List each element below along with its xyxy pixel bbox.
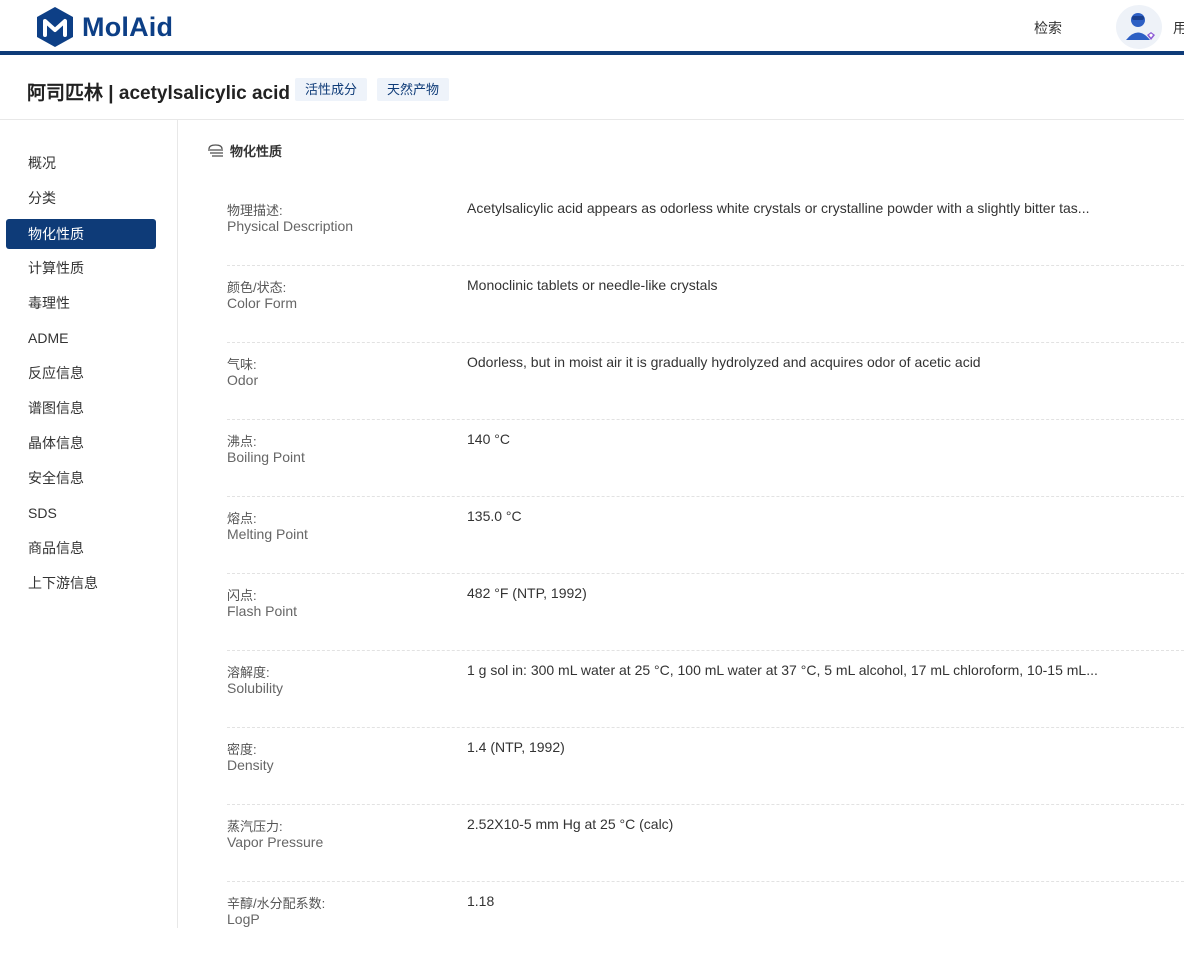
- property-label-en: Density: [227, 757, 274, 773]
- property-label-zh: 溶解度:: [227, 665, 270, 680]
- user-menu-label[interactable]: 用: [1173, 18, 1184, 38]
- sidebar-item-adme[interactable]: ADME: [6, 323, 156, 353]
- sidebar-item-overview[interactable]: 概况: [6, 148, 156, 178]
- property-value: 140 °C: [467, 431, 510, 447]
- property-row: 蒸汽压力: Vapor Pressure 2.52X10-5 mm Hg at …: [227, 805, 1184, 882]
- property-value: 482 °F (NTP, 1992): [467, 585, 587, 601]
- property-row: 颜色/状态: Color Form Monoclinic tablets or …: [227, 266, 1184, 343]
- property-value: Odorless, but in moist air it is gradual…: [467, 354, 981, 370]
- section-title: 物化性质: [230, 144, 283, 159]
- logo[interactable]: MolAid: [36, 6, 173, 48]
- property-value: Monoclinic tablets or needle-like crysta…: [467, 277, 718, 293]
- sidebar-item-reactions[interactable]: 反应信息: [6, 358, 156, 388]
- molaid-logo-icon: [37, 7, 73, 47]
- property-value: 1 g sol in: 300 mL water at 25 °C, 100 m…: [467, 662, 1098, 678]
- top-navbar: MolAid 检索 用: [0, 0, 1184, 55]
- tag-active-ingredient[interactable]: 活性成分: [295, 78, 368, 101]
- user-avatar-icon: [1126, 13, 1155, 40]
- property-label-zh: 气味:: [227, 357, 257, 372]
- sidebar-item-computed-properties[interactable]: 计算性质: [6, 253, 156, 283]
- property-row: 物理描述: Physical Description Acetylsalicyl…: [227, 189, 1184, 266]
- property-label-en: Color Form: [227, 295, 298, 311]
- property-row: 闪点: Flash Point 482 °F (NTP, 1992): [227, 574, 1184, 651]
- compound-header: 阿司匹林 | acetylsalicylic acid 活性成分 天然产物: [0, 59, 1184, 120]
- property-row: 熔点: Melting Point 135.0 °C: [227, 497, 1184, 574]
- property-row: 辛醇/水分配系数: LogP 1.18: [227, 882, 1184, 959]
- property-label-en: Physical Description: [227, 218, 354, 234]
- property-label-en: Vapor Pressure: [227, 834, 324, 850]
- property-value: 135.0 °C: [467, 508, 522, 524]
- property-label-en: Melting Point: [227, 526, 308, 542]
- property-value: 2.52X10-5 mm Hg at 25 °C (calc): [467, 816, 674, 832]
- sidebar-item-upstream-downstream[interactable]: 上下游信息: [6, 568, 156, 598]
- main-content: 物化性质 物理描述: Physical Description Acetylsa…: [178, 120, 1184, 928]
- tag-natural-product[interactable]: 天然产物: [377, 78, 450, 101]
- sidebar-item-safety[interactable]: 安全信息: [6, 463, 156, 493]
- sidebar-item-sds[interactable]: SDS: [6, 498, 156, 528]
- sidebar-item-products[interactable]: 商品信息: [6, 533, 156, 563]
- property-label-zh: 熔点:: [227, 511, 257, 526]
- property-label-zh: 蒸汽压力:: [227, 819, 283, 834]
- sidebar-item-classification[interactable]: 分类: [6, 183, 156, 213]
- property-row: 密度: Density 1.4 (NTP, 1992): [227, 728, 1184, 805]
- property-value: 1.4 (NTP, 1992): [467, 739, 565, 755]
- property-value: 1.18: [467, 893, 495, 909]
- user-avatar[interactable]: [1116, 5, 1162, 49]
- property-label-zh: 物理描述:: [227, 203, 283, 218]
- sidebar-item-toxicity[interactable]: 毒理性: [6, 288, 156, 318]
- compound-title: 阿司匹林 | acetylsalicylic acid: [27, 83, 290, 104]
- property-label-en: Solubility: [227, 680, 284, 696]
- property-label-zh: 颜色/状态:: [227, 280, 287, 295]
- property-label-en: LogP: [227, 911, 260, 927]
- property-value: Acetylsalicylic acid appears as odorless…: [467, 200, 1090, 216]
- property-label-en: Odor: [227, 372, 259, 388]
- search-link[interactable]: 检索: [1034, 18, 1062, 38]
- property-row: 溶解度: Solubility 1 g sol in: 300 mL water…: [227, 651, 1184, 728]
- sidebar-nav: 概况 分类 物化性质 计算性质 毒理性 ADME 反应信息 谱图信息 晶体信息 …: [0, 120, 178, 928]
- property-row: 气味: Odor Odorless, but in moist air it i…: [227, 343, 1184, 420]
- section-header: 物化性质: [207, 141, 282, 160]
- property-label-zh: 闪点:: [227, 588, 257, 603]
- property-label-zh: 辛醇/水分配系数:: [227, 896, 326, 911]
- logo-text: MolAid: [82, 11, 174, 42]
- property-label-en: Boiling Point: [227, 449, 305, 465]
- sidebar-item-spectra[interactable]: 谱图信息: [6, 393, 156, 423]
- property-label-en: Flash Point: [227, 603, 298, 619]
- property-row: 沸点: Boiling Point 140 °C: [227, 420, 1184, 497]
- sidebar-item-physchem-properties[interactable]: 物化性质: [6, 219, 156, 249]
- sidebar-item-crystal[interactable]: 晶体信息: [6, 428, 156, 458]
- section-stack-icon: [208, 144, 223, 157]
- property-label-zh: 密度:: [227, 742, 257, 757]
- property-label-zh: 沸点:: [227, 434, 257, 449]
